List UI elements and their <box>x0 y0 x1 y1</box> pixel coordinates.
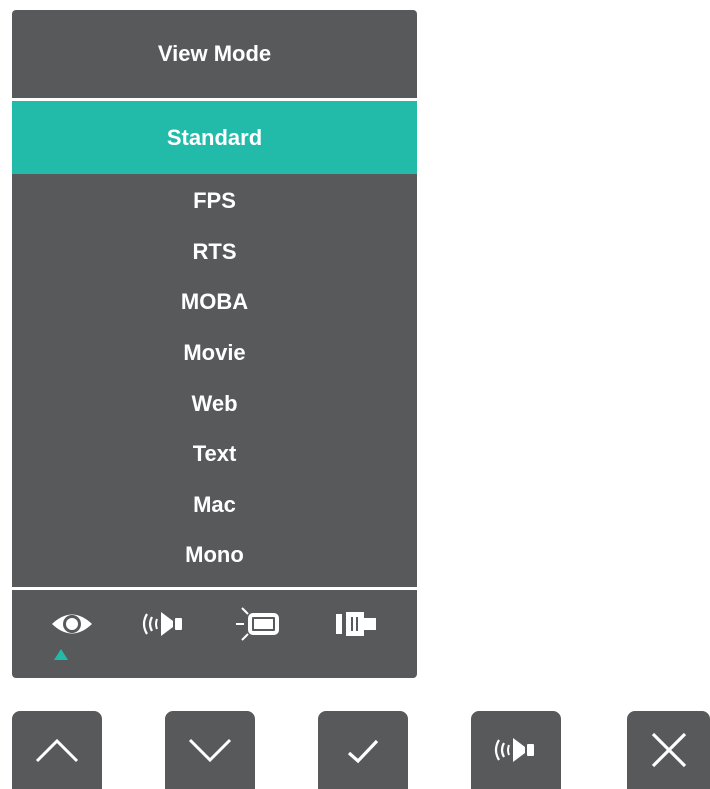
close-icon <box>651 732 686 768</box>
close-button[interactable] <box>627 711 710 789</box>
confirm-button[interactable] <box>318 711 408 789</box>
audio-icon <box>494 738 534 762</box>
display-brightness-icon <box>236 607 279 641</box>
tab-audio[interactable] <box>132 598 196 650</box>
menu-item-rts[interactable]: RTS <box>12 227 417 278</box>
active-tab-indicator <box>54 649 68 660</box>
category-tabs <box>12 590 417 678</box>
view-mode-list: Standard FPS RTS MOBA Movie Web Text Mac… <box>12 101 417 581</box>
menu-item-fps[interactable]: FPS <box>12 176 417 227</box>
tab-view-mode[interactable] <box>40 598 104 650</box>
up-button[interactable] <box>12 711 102 789</box>
menu-item-mac[interactable]: Mac <box>12 480 417 531</box>
menu-item-text[interactable]: Text <box>12 429 417 480</box>
eye-icon <box>52 614 92 634</box>
menu-title: View Mode <box>157 41 272 66</box>
tab-display[interactable] <box>226 598 290 650</box>
chevron-up-icon <box>35 738 79 763</box>
chevron-down-icon <box>188 738 232 763</box>
menu-item-web[interactable]: Web <box>12 378 417 429</box>
menu-item-standard[interactable]: Standard <box>12 101 417 174</box>
down-button[interactable] <box>165 711 255 789</box>
audio-button[interactable] <box>471 711 561 789</box>
tab-input[interactable] <box>328 598 392 650</box>
checkmark-icon <box>347 739 379 764</box>
menu-item-mono[interactable]: Mono <box>12 530 417 581</box>
input-connector-icon <box>336 612 376 636</box>
menu-item-movie[interactable]: Movie <box>12 328 417 379</box>
audio-icon <box>142 612 182 636</box>
osd-menu-panel: View Mode Standard FPS RTS MOBA Movie We… <box>12 10 417 678</box>
menu-item-moba[interactable]: MOBA <box>12 277 417 328</box>
